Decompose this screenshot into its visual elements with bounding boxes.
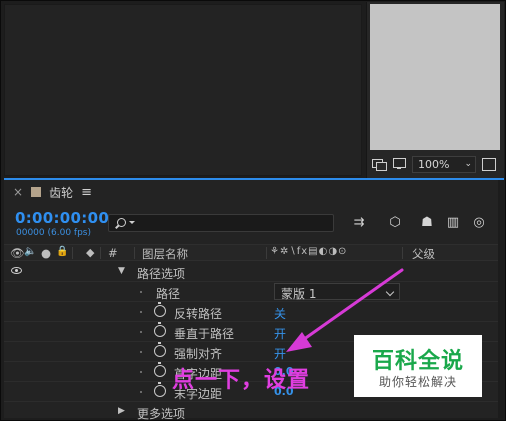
visibility-column-icon[interactable]: 👁 — [10, 246, 25, 260]
watermark-title: 百科全说 — [371, 349, 464, 374]
indent-dot — [140, 371, 142, 373]
twirl-down-icon[interactable]: ▼ — [118, 266, 125, 276]
column-divider — [72, 247, 73, 259]
panel-menu-icon[interactable]: ≡ — [81, 185, 92, 200]
timeline-tab[interactable]: × 齿轮 ≡ — [4, 180, 504, 204]
label-column-icon[interactable]: ◆ — [86, 246, 94, 259]
property-value[interactable]: 关 — [274, 305, 286, 322]
row-path-options[interactable]: ▼ 路径选项 — [4, 262, 504, 282]
monitor-icon[interactable] — [392, 158, 406, 170]
indent-dot — [140, 331, 142, 333]
watermark-logo: 百科全说 助你轻松解决 — [354, 335, 482, 397]
stopwatch-icon[interactable] — [154, 342, 166, 357]
layer-search-input[interactable] — [108, 214, 334, 232]
layer-number-header[interactable]: # — [108, 246, 118, 260]
zoom-value: 100% — [418, 157, 450, 171]
tab-title[interactable]: 齿轮 — [49, 184, 73, 201]
twirl-right-icon[interactable]: ▶ — [118, 406, 125, 416]
composition-viewer-area — [4, 4, 362, 176]
property-label: 反转路径 — [174, 307, 223, 321]
zoom-dropdown[interactable]: 100% ⌄ — [412, 155, 476, 173]
indent-dot — [140, 351, 142, 353]
close-icon[interactable]: × — [13, 185, 23, 199]
current-time-display[interactable]: 0:00:00:00 — [15, 209, 109, 227]
draft-3d-icon[interactable]: ⬡ — [386, 215, 404, 231]
annotation-text: 点一下，设置 — [172, 368, 311, 393]
row-path[interactable]: 路径 蒙版 1 — [4, 282, 504, 302]
watermark-subtitle: 助你轻松解决 — [378, 375, 457, 389]
chevron-down-icon — [385, 287, 395, 297]
row-reverse-path[interactable]: 反转路径 关 — [4, 302, 504, 322]
timeline-controls: 0:00:00:00 00000 (6.00 fps) ⇉ ⬡ ☗ ▥ ◎ — [4, 206, 504, 246]
stopwatch-icon[interactable] — [154, 362, 166, 377]
property-value[interactable]: 开 — [274, 325, 286, 342]
search-icon — [115, 217, 128, 230]
switches-header-icons[interactable]: ⚘✲∖fx▤◐◑⊙ — [270, 246, 347, 257]
stopwatch-icon[interactable] — [154, 322, 166, 337]
layer-name-header[interactable]: 图层名称 — [142, 246, 188, 262]
chevron-down-icon: ⌄ — [464, 159, 472, 169]
stopwatch-icon[interactable] — [154, 382, 166, 397]
viewer-toolbar: 100% ⌄ — [367, 152, 505, 176]
shy-layers-icon[interactable]: ☗ — [418, 215, 436, 231]
eye-icon[interactable] — [11, 267, 22, 274]
stopwatch-icon[interactable] — [154, 302, 166, 317]
parent-header[interactable]: 父级 — [412, 246, 435, 262]
lock-column-icon[interactable]: 🔒 — [56, 246, 68, 257]
property-label: 强制对齐 — [174, 347, 223, 361]
composition-color-swatch — [31, 187, 42, 197]
column-divider — [266, 247, 267, 259]
motion-blur-icon[interactable]: ◎ — [470, 215, 488, 231]
audio-column-icon[interactable]: 🔈 — [24, 246, 36, 257]
search-options-caret[interactable] — [129, 221, 135, 224]
path-mask-dropdown[interactable]: 蒙版 1 — [274, 283, 400, 301]
indent-dot — [140, 291, 142, 293]
composition-flowchart-icon[interactable]: ⇉ — [350, 215, 368, 231]
property-label: 路径 — [156, 287, 181, 301]
frame-blending-icon[interactable]: ▥ — [444, 215, 462, 231]
column-divider — [100, 247, 101, 259]
frame-count-fps: 00000 (6.00 fps) — [16, 228, 91, 238]
snapshot-icon[interactable] — [372, 158, 387, 171]
dropdown-value: 蒙版 1 — [281, 287, 317, 301]
indent-dot — [140, 311, 142, 313]
panel-scrollbar[interactable] — [498, 180, 504, 418]
column-divider — [134, 247, 135, 259]
property-value[interactable]: 开 — [274, 345, 286, 362]
row-more-options[interactable]: ▶ 更多选项 — [4, 402, 504, 421]
property-group-label: 路径选项 — [137, 267, 186, 281]
property-label: 垂直于路径 — [174, 327, 235, 341]
preview-canvas — [370, 4, 500, 150]
property-group-label: 更多选项 — [137, 407, 186, 421]
preview-panel: 100% ⌄ — [366, 2, 504, 178]
solo-column-icon[interactable]: ● — [41, 246, 51, 260]
grid-icon[interactable] — [482, 158, 496, 171]
layer-columns-header: 👁 🔈 ● 🔒 ◆ # 图层名称 ⚘✲∖fx▤◐◑⊙ 父级 — [4, 244, 504, 261]
indent-dot — [140, 391, 142, 393]
column-divider — [402, 247, 403, 259]
